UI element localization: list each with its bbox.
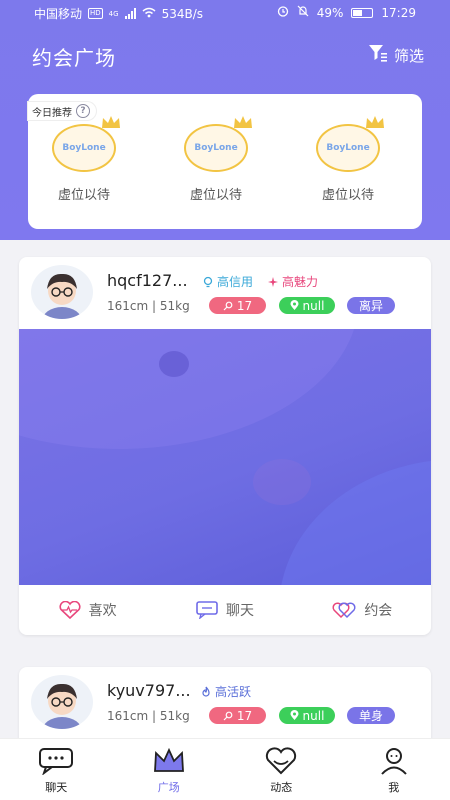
recommend-slot[interactable]: BoyLone 虚位以待: [44, 116, 124, 203]
logo-text: BoyLone: [62, 143, 106, 153]
nav-label: 聊天: [45, 781, 68, 794]
wifi-icon: [142, 7, 156, 21]
sparkle-icon: [268, 276, 278, 287]
active-tag: 高活跃: [200, 683, 251, 700]
credit-tag: 高信用: [202, 273, 253, 290]
marital-label: 单身: [358, 709, 383, 723]
chat-label: 聊天: [225, 603, 254, 619]
card-actions: 喜欢 聊天 约会: [19, 585, 431, 635]
gender-icon: [223, 711, 233, 720]
nav-label: 我: [388, 781, 400, 794]
filter-button[interactable]: 筛选: [368, 44, 424, 66]
person-icon: [381, 748, 407, 775]
like-button[interactable]: 喜欢: [19, 600, 156, 620]
recommend-tag-label: 今日推荐: [32, 107, 72, 119]
double-heart-icon: [332, 602, 356, 619]
like-label: 喜欢: [88, 603, 117, 619]
location-label: null: [302, 708, 325, 723]
signal-icon: [124, 8, 136, 19]
crown-icon: [366, 116, 384, 128]
recommend-slot[interactable]: BoyLone 虚位以待: [308, 116, 388, 203]
network-type: 4G: [108, 9, 119, 18]
nav-label: 广场: [157, 781, 180, 794]
credit-tag-label: 高信用: [217, 275, 254, 289]
age-label: 17: [236, 298, 253, 313]
photo-bubble: [253, 459, 311, 505]
filter-label: 筛选: [393, 46, 424, 65]
nav-item-moments[interactable]: 动态: [225, 739, 338, 800]
flame-icon: [202, 686, 210, 697]
user-card[interactable]: hqcf127... 高信用 高魅力 161cm | 51kg 17 null …: [19, 257, 431, 635]
location-icon: [290, 710, 299, 720]
heart-icon: [266, 747, 297, 775]
nav-item-chat[interactable]: 聊天: [0, 739, 113, 800]
chat-icon: [39, 748, 74, 775]
recommend-avatar: BoyLone: [52, 116, 120, 172]
help-icon[interactable]: ?: [76, 104, 90, 118]
recommend-label: 虚位以待: [321, 188, 374, 203]
bottom-nav: 聊天 广场 动态 我: [0, 738, 450, 800]
crown-icon: [102, 116, 120, 128]
page-title: 约会广场: [32, 46, 116, 70]
location-label: null: [302, 298, 325, 313]
location-pill: null: [279, 707, 335, 724]
nav-label: 动态: [270, 781, 293, 794]
recommend-avatar: BoyLone: [184, 116, 252, 172]
logo-text: BoyLone: [194, 143, 238, 153]
battery-percent: 49%: [316, 5, 344, 20]
age-label: 17: [236, 708, 253, 723]
photo-bubble: [159, 351, 189, 377]
recommend-label: 虚位以待: [189, 188, 242, 203]
crown-icon: [234, 116, 252, 128]
marital-label: 离异: [358, 299, 383, 313]
bulb-icon: [203, 276, 213, 287]
user-meta: 161cm | 51kg: [107, 299, 190, 313]
location-pill: null: [279, 297, 335, 314]
date-label: 约会: [364, 603, 393, 619]
recommend-label: 虚位以待: [57, 188, 110, 203]
gender-icon: [223, 301, 233, 310]
logo-text: BoyLone: [326, 143, 370, 153]
carrier-label: 中国移动: [34, 7, 83, 21]
avatar[interactable]: [31, 675, 93, 729]
recommend-slot[interactable]: BoyLone 虚位以待: [176, 116, 256, 203]
user-name: kyuv797...: [107, 681, 191, 700]
location-icon: [290, 300, 299, 310]
chat-icon: [196, 601, 218, 619]
recommend-tag: 今日推荐 ?: [28, 102, 96, 120]
user-name: hqcf127...: [107, 271, 188, 290]
age-pill: 17: [209, 707, 266, 724]
battery-icon: [351, 7, 374, 18]
chat-button[interactable]: 聊天: [156, 600, 293, 620]
charm-tag: 高魅力: [267, 273, 318, 290]
heart-pulse-icon: [59, 601, 81, 619]
filter-icon: [368, 44, 388, 66]
nav-item-square[interactable]: 广场: [113, 739, 226, 800]
network-speed: 534B/s: [161, 6, 203, 21]
user-meta: 161cm | 51kg: [107, 709, 190, 723]
active-tag-label: 高活跃: [215, 685, 252, 699]
recommend-card: 今日推荐 ? BoyLone 虚位以待 BoyLone 虚位以待 BoyLone…: [28, 94, 422, 229]
recommend-avatar: BoyLone: [316, 116, 384, 172]
hd-badge: HD: [88, 8, 103, 19]
user-photo[interactable]: [19, 329, 431, 585]
crown-icon: [153, 747, 184, 772]
photo-shape: [19, 329, 359, 449]
marital-pill: 单身: [347, 707, 395, 724]
alarm-icon: [277, 5, 289, 20]
clock: 17:29: [381, 5, 416, 20]
nav-item-me[interactable]: 我: [338, 739, 450, 800]
status-bar: 中国移动 HD 4G 534B/s 49% 17:29: [0, 0, 450, 26]
date-button[interactable]: 约会: [294, 600, 431, 620]
avatar[interactable]: [31, 265, 93, 319]
age-pill: 17: [209, 297, 266, 314]
charm-tag-label: 高魅力: [282, 275, 319, 289]
marital-pill: 离异: [347, 297, 395, 314]
header-background: 中国移动 HD 4G 534B/s 49% 17:29 约会广场 筛选 今日推荐…: [0, 0, 450, 240]
mute-icon: [297, 5, 309, 20]
